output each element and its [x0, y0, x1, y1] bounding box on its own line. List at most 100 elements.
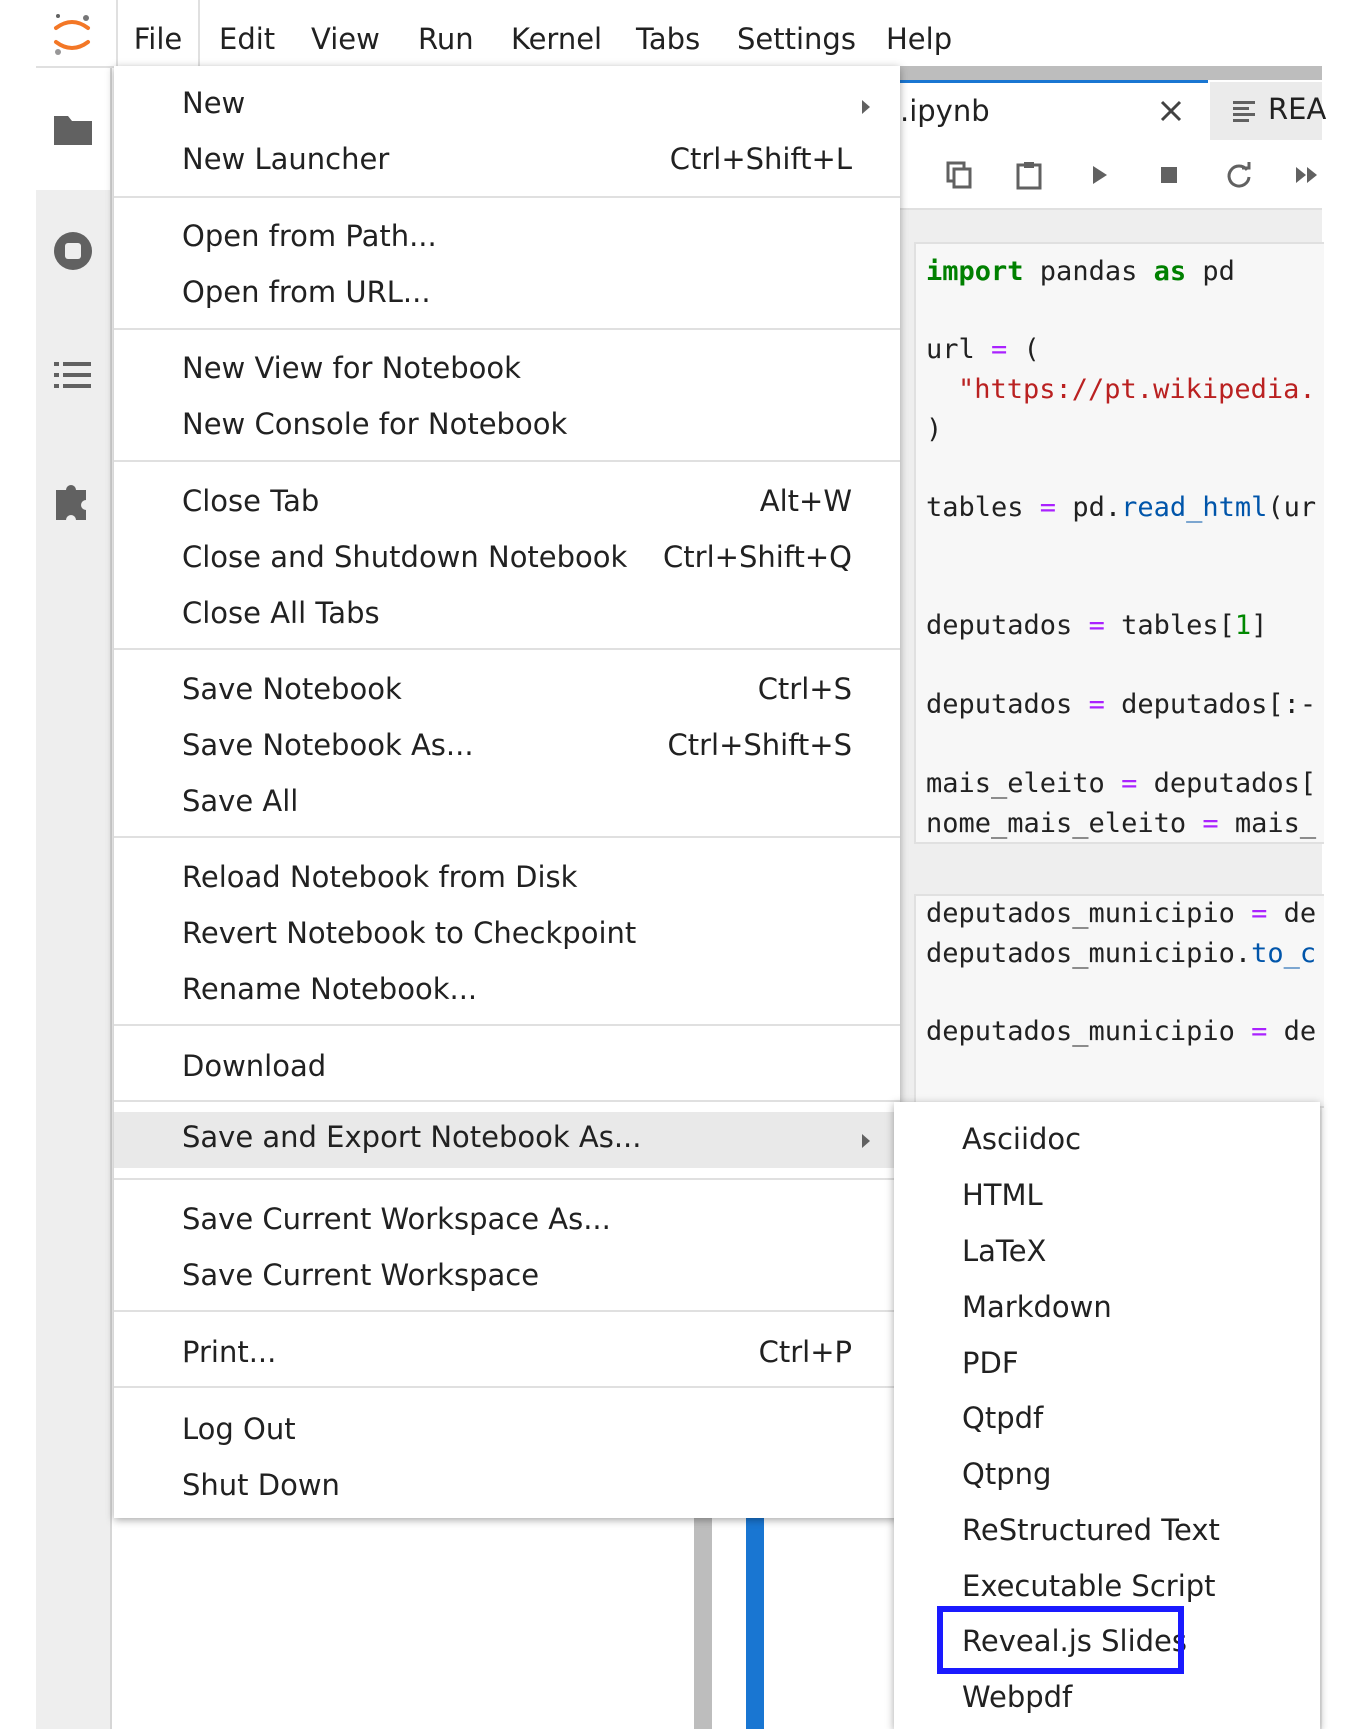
menu-file[interactable]: File: [116, 0, 200, 70]
menu-item-save-all[interactable]: Save All: [114, 778, 900, 830]
menu-item-label: HTML: [962, 1178, 1043, 1212]
toc-icon[interactable]: [48, 350, 98, 400]
menu-separator: [114, 1310, 900, 1312]
menu-item-revert[interactable]: Revert Notebook to Checkpoint: [114, 910, 900, 962]
highlight-box: [937, 1606, 1184, 1674]
menu-item-rename[interactable]: Rename Notebook...: [114, 966, 900, 1018]
menu-item-label: New: [182, 86, 246, 120]
menu-separator: [114, 1024, 900, 1026]
tab-readme-label: REA: [1268, 92, 1327, 126]
menu-item-label: Close and Shutdown Notebook: [182, 540, 628, 574]
menu-item-shortcut: Ctrl+S: [757, 672, 852, 706]
menu-item-label: Asciidoc: [962, 1122, 1082, 1156]
menu-tabs[interactable]: Tabs: [636, 0, 700, 68]
menu-item-label: Markdown: [962, 1290, 1112, 1324]
menu-item-log-out[interactable]: Log Out: [114, 1406, 900, 1458]
menu-item-save-notebook-as[interactable]: Save Notebook As... Ctrl+Shift+S: [114, 722, 900, 774]
menu-kernel[interactable]: Kernel: [511, 0, 602, 68]
menu-item-new-view[interactable]: New View for Notebook: [114, 345, 900, 397]
menu-edit[interactable]: Edit: [219, 0, 275, 68]
menu-separator: [114, 836, 900, 838]
menu-settings[interactable]: Settings: [737, 0, 856, 68]
code-cell[interactable]: [914, 242, 1324, 844]
fast-forward-icon[interactable]: [1292, 160, 1322, 190]
menu-item-label: Download: [182, 1049, 327, 1083]
menu-item-label: Save Current Workspace: [182, 1258, 540, 1292]
menu-separator: [114, 1178, 900, 1180]
menu-item-save-workspace[interactable]: Save Current Workspace: [114, 1252, 900, 1304]
menu-item-save-and-export[interactable]: Save and Export Notebook As...: [114, 1112, 900, 1168]
export-item-qtpng[interactable]: Qtpng: [894, 1453, 1320, 1505]
menu-item-label: Reload Notebook from Disk: [182, 860, 578, 894]
menu-item-print[interactable]: Print... Ctrl+P: [114, 1329, 900, 1381]
export-item-pdf[interactable]: PDF: [894, 1342, 1320, 1394]
menu-item-reload[interactable]: Reload Notebook from Disk: [114, 854, 900, 906]
menu-separator: [114, 196, 900, 198]
export-item-restructured-text[interactable]: ReStructured Text: [894, 1509, 1320, 1561]
folder-icon[interactable]: [48, 104, 98, 154]
close-icon[interactable]: [1156, 96, 1186, 126]
running-icon[interactable]: [48, 226, 98, 276]
text-file-icon: [1233, 101, 1255, 122]
menu-item-label: Revert Notebook to Checkpoint: [182, 916, 637, 950]
menu-item-download[interactable]: Download: [114, 1043, 900, 1095]
menu-item-shut-down[interactable]: Shut Down: [114, 1462, 900, 1514]
chevron-right-icon: [862, 1134, 870, 1148]
stop-icon[interactable]: [1154, 160, 1184, 190]
export-item-asciidoc[interactable]: Asciidoc: [894, 1118, 1320, 1170]
menu-item-label: Webpdf: [962, 1680, 1073, 1714]
menu-item-label: Close Tab: [182, 484, 320, 518]
export-item-qtpdf[interactable]: Qtpdf: [894, 1397, 1320, 1449]
export-item-webpdf[interactable]: Webpdf: [894, 1676, 1320, 1728]
menu-item-close-all-tabs[interactable]: Close All Tabs: [114, 590, 900, 642]
export-item-latex[interactable]: LaTeX: [894, 1230, 1320, 1282]
menu-item-label: New Console for Notebook: [182, 407, 568, 441]
menu-item-label: Save All: [182, 784, 299, 818]
code-line: import pandas as pd: [926, 256, 1235, 287]
menu-item-label: Save Notebook: [182, 672, 402, 706]
menu-help[interactable]: Help: [886, 0, 952, 68]
run-icon[interactable]: [1084, 160, 1114, 190]
menu-item-new-launcher[interactable]: New Launcher Ctrl+Shift+L: [114, 136, 900, 188]
menu-item-new-console[interactable]: New Console for Notebook: [114, 401, 900, 453]
menu-item-shortcut: Alt+W: [759, 484, 852, 518]
menu-item-label: LaTeX: [962, 1234, 1047, 1268]
tab-notebook-label: .ipynb: [900, 94, 990, 128]
code-line: "https://pt.wikipedia.: [958, 374, 1316, 405]
menu-item-close-tab[interactable]: Close Tab Alt+W: [114, 478, 900, 530]
code-line: tables = pd.read_html(ur: [926, 492, 1317, 523]
menu-item-open-from-path[interactable]: Open from Path...: [114, 213, 900, 265]
menu-separator: [114, 648, 900, 650]
jupyter-logo-icon[interactable]: [48, 10, 96, 58]
menu-run[interactable]: Run: [418, 0, 474, 68]
menu-item-label: Open from Path...: [182, 219, 437, 253]
code-line: nome_mais_eleito = mais_: [926, 808, 1317, 839]
menu-view[interactable]: View: [311, 0, 380, 68]
menu-item-shortcut: Ctrl+Shift+S: [667, 728, 852, 762]
paste-icon[interactable]: [1014, 160, 1044, 190]
menu-item-shortcut: Ctrl+Shift+Q: [663, 540, 852, 574]
restart-icon[interactable]: [1224, 160, 1254, 190]
menu-item-save-notebook[interactable]: Save Notebook Ctrl+S: [114, 666, 900, 718]
export-item-html[interactable]: HTML: [894, 1174, 1320, 1226]
menu-item-shortcut: Ctrl+P: [758, 1335, 852, 1369]
menu-item-label: Open from URL...: [182, 275, 431, 309]
left-sidebar: [36, 68, 112, 1729]
menu-item-label: Save and Export Notebook As...: [182, 1120, 642, 1154]
menu-item-label: Save Current Workspace As...: [182, 1202, 611, 1236]
menu-separator: [114, 1100, 900, 1102]
scrollbar[interactable]: [694, 1518, 712, 1729]
menu-item-close-shutdown[interactable]: Close and Shutdown Notebook Ctrl+Shift+Q: [114, 534, 900, 586]
menu-item-label: Print...: [182, 1335, 277, 1369]
code-line: deputados_municipio = de: [926, 898, 1317, 929]
menu-item-label: Qtpng: [962, 1457, 1052, 1491]
export-item-markdown[interactable]: Markdown: [894, 1286, 1320, 1338]
menu-item-label: New Launcher: [182, 142, 390, 176]
menu-item-new[interactable]: New: [114, 80, 900, 132]
menu-item-open-from-url[interactable]: Open from URL...: [114, 269, 900, 321]
copy-icon[interactable]: [944, 160, 974, 190]
code-line: url = (: [926, 334, 1040, 365]
menu-item-label: Log Out: [182, 1412, 296, 1446]
extension-icon[interactable]: [48, 474, 98, 524]
menu-item-save-workspace-as[interactable]: Save Current Workspace As...: [114, 1196, 900, 1248]
